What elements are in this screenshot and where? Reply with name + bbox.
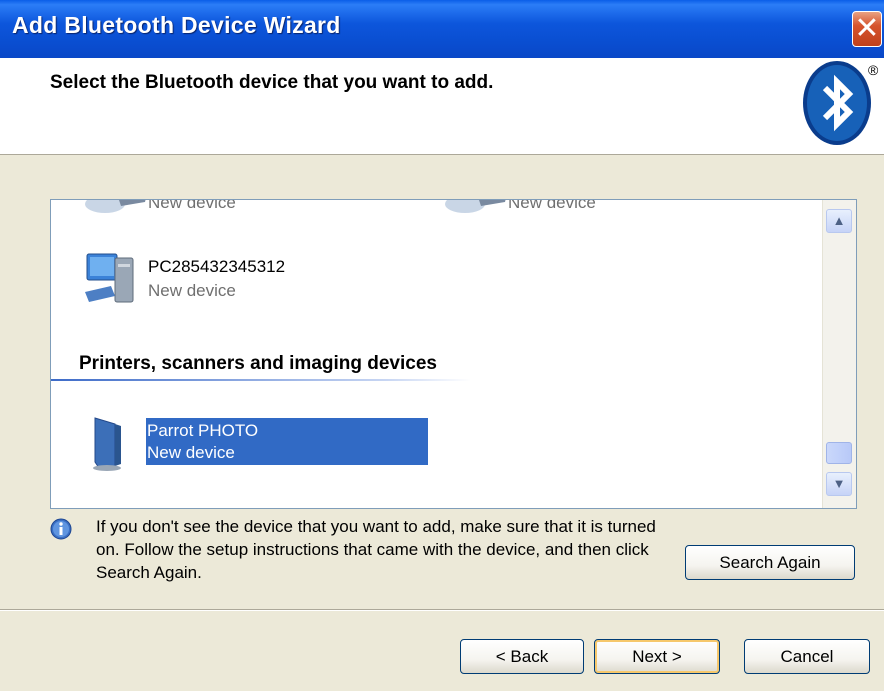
chevron-down-icon: ▼: [832, 476, 846, 491]
divider: [0, 609, 884, 611]
device-list[interactable]: New device New device PC285432345312 New…: [50, 199, 857, 509]
device-status: New device: [148, 199, 236, 212]
title-bar: Add Bluetooth Device Wizard ✕: [0, 0, 884, 58]
wizard-header: Select the Bluetooth device that you wan…: [0, 58, 884, 155]
page-heading: Select the Bluetooth device that you wan…: [50, 72, 494, 93]
close-button[interactable]: ✕: [852, 11, 882, 47]
info-message: If you don't see the device that you wan…: [96, 517, 656, 582]
device-icon: [445, 200, 506, 213]
chevron-up-icon: ▲: [832, 213, 846, 228]
computer-icon: [85, 253, 134, 303]
device-status: New device: [147, 443, 235, 462]
search-again-button[interactable]: Search Again: [685, 545, 855, 580]
device-status: New device: [508, 199, 596, 212]
info-icon: [50, 518, 72, 540]
selected-device: Parrot PHOTO New device: [146, 418, 428, 465]
cancel-button[interactable]: Cancel: [744, 639, 870, 674]
window-title: Add Bluetooth Device Wizard: [12, 12, 341, 38]
scroll-thumb[interactable]: [826, 442, 852, 464]
imaging-device-icon: [93, 417, 121, 471]
device-icon: [85, 200, 146, 213]
device-name: PC285432345312: [148, 257, 286, 276]
scroll-up-button[interactable]: ▲: [826, 209, 852, 233]
device-name: Parrot PHOTO: [147, 421, 259, 440]
bluetooth-logo-icon: ®: [803, 61, 879, 145]
next-button[interactable]: Next >: [594, 639, 720, 674]
device-status: New device: [148, 281, 236, 300]
vertical-scrollbar[interactable]: ▲ ▼: [822, 200, 856, 508]
group-header-printers: Printers, scanners and imaging devices: [79, 353, 437, 374]
back-button[interactable]: < Back: [460, 639, 584, 674]
close-icon: ✕: [854, 12, 880, 45]
group-divider: [51, 379, 471, 381]
scroll-down-button[interactable]: ▼: [826, 472, 852, 496]
svg-text:®: ®: [868, 62, 879, 78]
